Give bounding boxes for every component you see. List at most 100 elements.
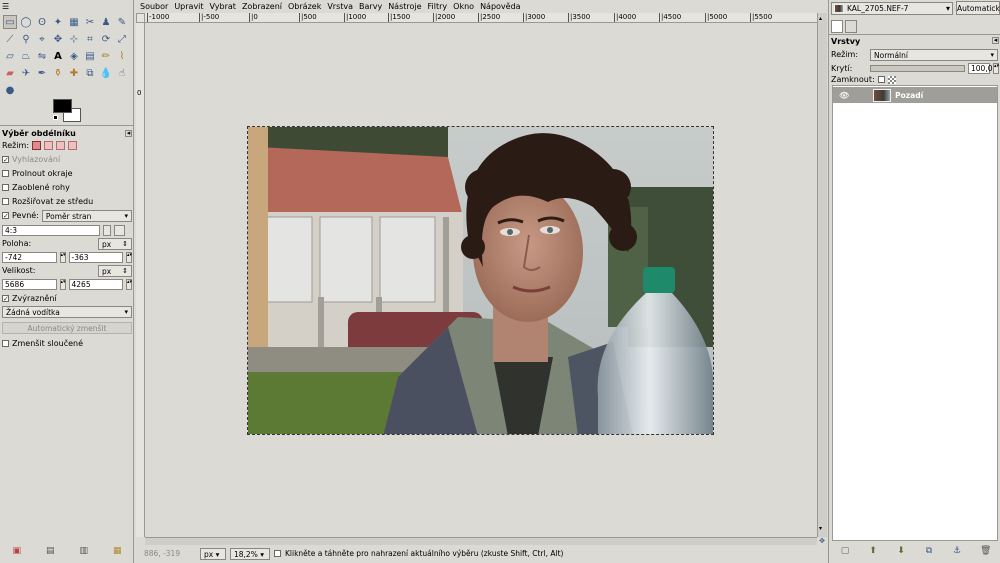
menu-obrazek[interactable]: Obrázek [288, 2, 321, 11]
menu-soubor[interactable]: Soubor [140, 2, 168, 11]
scissors-icon[interactable]: ✂ [83, 15, 97, 29]
default-colors-icon[interactable] [53, 115, 58, 120]
eye-icon[interactable]: 👁 [839, 91, 849, 100]
anchor-layer-icon[interactable]: ⚓ [952, 546, 962, 556]
position-unit-combo[interactable]: px ⇕ [98, 237, 132, 250]
airbrush-icon[interactable]: ✈ [19, 66, 33, 80]
opacity-spinner[interactable]: ▴▾ [993, 62, 999, 74]
landscape-icon[interactable] [114, 224, 125, 236]
opacity-slider[interactable] [869, 64, 965, 72]
menu-vybrat[interactable]: Vybrat [210, 2, 236, 11]
menu-upravit[interactable]: Upravit [174, 2, 203, 11]
lower-layer-icon[interactable]: ⬇ [896, 546, 906, 556]
ellipse-select-icon[interactable]: ◯ [19, 15, 33, 29]
new-layer-icon[interactable]: ▢ [840, 546, 850, 556]
menu-zobrazeni[interactable]: Zobrazení [242, 2, 282, 11]
position-y-input[interactable]: -363 [68, 251, 123, 263]
blur-icon[interactable]: 💧 [99, 66, 113, 80]
foreground-select-icon[interactable]: ♟ [99, 15, 113, 29]
dock-menu-icon[interactable]: ◂ [992, 37, 999, 44]
fixed-combo[interactable]: Poměr stran ▾ [41, 209, 132, 222]
smudge-icon[interactable]: ☝ [115, 66, 129, 80]
lock-pixels-checkbox[interactable] [877, 76, 885, 83]
rounded-checkbox[interactable] [2, 183, 9, 191]
layers-list[interactable]: 👁 Pozadí [832, 85, 998, 541]
lock-alpha-icon[interactable] [887, 75, 896, 84]
ink-icon[interactable]: ✒ [35, 66, 49, 80]
menu-nastroje[interactable]: Nástroje [388, 2, 421, 11]
opacity-input[interactable]: 100,0 [968, 62, 992, 74]
menu-napoveda[interactable]: Nápověda [480, 2, 521, 11]
layer-mode-combo[interactable]: Normální ▾ [870, 48, 998, 61]
reset-options-icon[interactable]: ▦ [113, 546, 122, 556]
delete-layer-icon[interactable]: 🗑 [980, 546, 991, 556]
portrait-icon[interactable] [103, 224, 111, 236]
antialias-checkbox[interactable] [2, 155, 9, 163]
menu-vrstva[interactable]: Vrstva [327, 2, 353, 11]
menu-barvy[interactable]: Barvy [359, 2, 382, 11]
text-icon[interactable]: A [51, 49, 65, 63]
horizontal-scrollbar[interactable] [145, 537, 817, 545]
zoom-combo[interactable]: 18,2% ▾ [230, 547, 270, 560]
size-unit-combo[interactable]: px ⇕ [98, 264, 132, 277]
ruler-corner-button[interactable] [136, 13, 145, 23]
flip-icon[interactable]: ⇋ [35, 49, 49, 63]
unit-combo[interactable]: px ▾ [200, 547, 226, 560]
image-canvas[interactable] [247, 126, 714, 435]
size-h-input[interactable]: 4265 [68, 278, 123, 290]
tab-channels[interactable] [845, 20, 857, 33]
scale-icon[interactable]: ⤢ [115, 32, 129, 46]
position-x-spinner[interactable]: ▴▾ [59, 251, 66, 263]
dock-menu-icon[interactable]: ◂ [125, 129, 132, 137]
foreground-color-swatch[interactable] [53, 99, 72, 113]
auto-button[interactable]: Automaticky [956, 1, 1000, 15]
blend-icon[interactable]: ▤ [83, 49, 97, 63]
fg-bg-colors[interactable] [53, 99, 83, 125]
vertical-ruler[interactable]: 0 [136, 23, 145, 537]
measure-icon[interactable]: ⌖ [35, 32, 49, 46]
autoshrink-button[interactable]: Automatický zmenšit [2, 322, 132, 334]
pencil-icon[interactable]: ✏ [99, 49, 113, 63]
fuzzy-select-icon[interactable]: ✦ [51, 15, 65, 29]
navigate-icon[interactable]: ✥ [817, 537, 827, 545]
shear-icon[interactable]: ▱ [3, 49, 17, 63]
rect-select-icon[interactable]: ▭ [3, 15, 17, 29]
free-select-icon[interactable]: ʘ [35, 15, 49, 29]
dodge-burn-icon[interactable]: ● [3, 83, 17, 97]
position-x-input[interactable]: -742 [2, 251, 57, 263]
mode-subtract-icon[interactable] [56, 141, 66, 150]
align-icon[interactable]: ⊹ [67, 32, 81, 46]
crop-icon[interactable]: ⌗ [83, 32, 97, 46]
horizontal-ruler[interactable]: -1000 |-500 |0 |500 |1000 |1500 |2000 |2… [145, 13, 817, 23]
clone-icon[interactable]: ⚱ [51, 66, 65, 80]
menu-icon[interactable]: ☰ [2, 2, 9, 12]
menu-filtry[interactable]: Filtry [428, 2, 448, 11]
bucket-fill-icon[interactable]: ◈ [67, 49, 81, 63]
perspective-clone-icon[interactable]: ⧉ [83, 66, 97, 80]
highlight-checkbox[interactable] [2, 294, 9, 302]
guides-combo[interactable]: Žádná vodítka ▾ [2, 306, 132, 318]
duplicate-layer-icon[interactable]: ⧉ [924, 546, 934, 556]
layer-row[interactable]: 👁 Pozadí [833, 87, 997, 103]
image-combo[interactable]: KAL_2705.NEF-7 ▾ [831, 2, 953, 15]
status-checkbox[interactable] [274, 550, 281, 557]
move-icon[interactable]: ✥ [51, 32, 65, 46]
eraser-icon[interactable]: ▰ [3, 66, 17, 80]
mode-add-icon[interactable] [44, 141, 54, 150]
restore-options-icon[interactable]: ▤ [46, 546, 55, 556]
rotate-icon[interactable]: ⟳ [99, 32, 113, 46]
color-select-icon[interactable]: ▦ [67, 15, 81, 29]
ratio-input[interactable]: 4:3 [2, 224, 100, 236]
zoom-icon[interactable]: ⚲ [19, 32, 33, 46]
size-w-spinner[interactable]: ▴▾ [59, 278, 66, 290]
expand-center-checkbox[interactable] [2, 197, 9, 205]
paths-icon[interactable]: ✎ [115, 15, 129, 29]
position-y-spinner[interactable]: ▴▾ [126, 251, 132, 263]
perspective-icon[interactable]: ⏢ [19, 49, 33, 63]
raise-layer-icon[interactable]: ⬆ [868, 546, 878, 556]
fixed-checkbox[interactable] [2, 212, 9, 219]
feather-checkbox[interactable] [2, 169, 9, 177]
save-options-icon[interactable]: ▣ [12, 546, 21, 556]
scroll-down-icon[interactable]: ▾ [819, 525, 826, 534]
mode-replace-icon[interactable] [32, 141, 42, 150]
